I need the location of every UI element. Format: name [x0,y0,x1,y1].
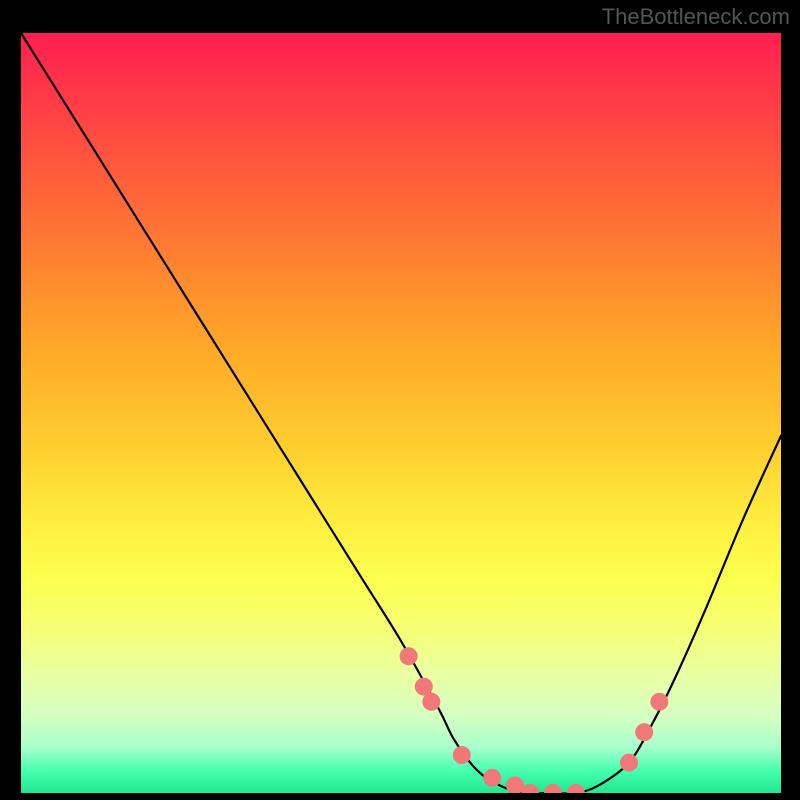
highlighted-point [620,754,638,772]
highlighted-point [544,784,562,793]
bottleneck-curve [21,33,781,793]
chart-container: TheBottleneck.com [0,0,800,800]
watermark-text: TheBottleneck.com [602,4,790,30]
highlighted-point [453,746,471,764]
highlighted-point [422,693,440,711]
highlighted-point [635,723,653,741]
highlighted-point [506,776,524,793]
chart-svg [21,33,781,793]
highlighted-point [400,647,418,665]
highlighted-point [483,769,501,787]
highlighted-point [650,693,668,711]
highlighted-points-group [400,647,669,793]
highlighted-point [567,784,585,793]
plot-area [21,33,781,793]
